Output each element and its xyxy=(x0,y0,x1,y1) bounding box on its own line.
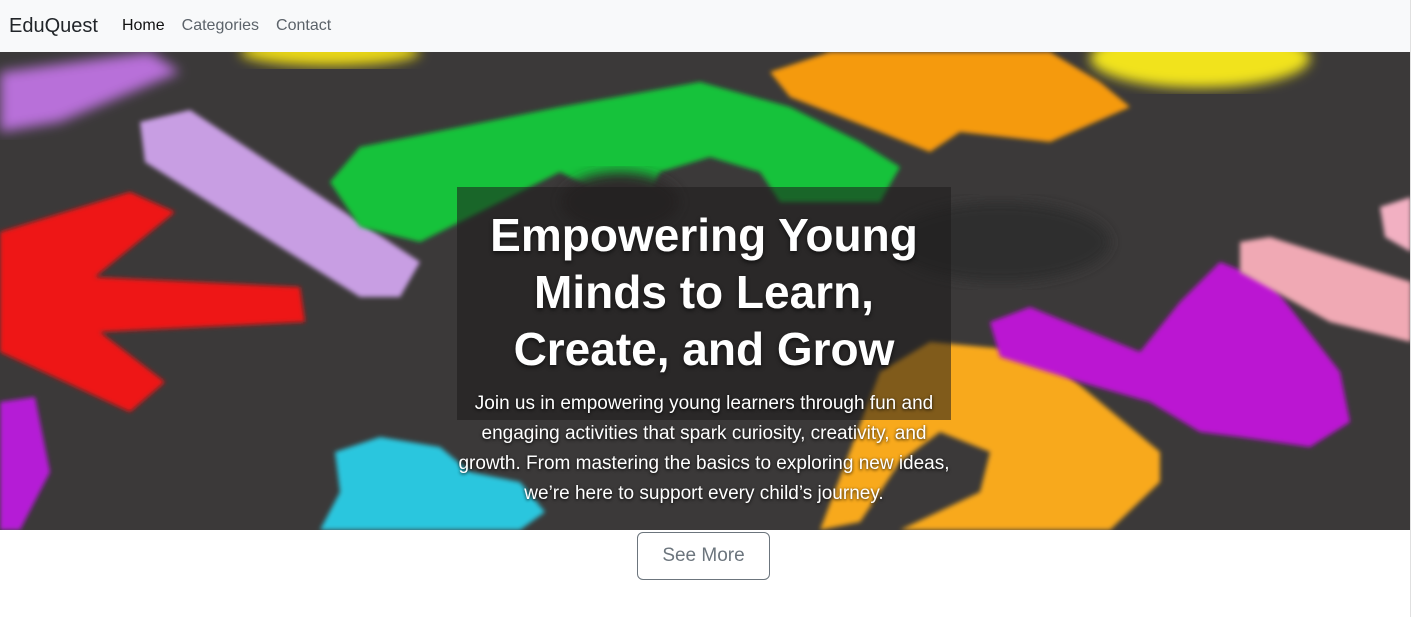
nav-link-categories[interactable]: Categories xyxy=(182,17,259,35)
see-more-button[interactable]: See More xyxy=(637,532,770,580)
navbar: EduQuest Home Categories Contact xyxy=(0,0,1411,52)
hero-section: Empowering Young Minds to Learn, Create,… xyxy=(0,52,1411,530)
hero-description: Join us in empowering young learners thr… xyxy=(458,393,950,504)
nav-link-home[interactable]: Home xyxy=(122,17,165,35)
hero-title: Empowering Young Minds to Learn, Create,… xyxy=(490,209,918,375)
brand-logo[interactable]: EduQuest xyxy=(9,15,98,38)
nav-link-contact[interactable]: Contact xyxy=(276,17,331,35)
